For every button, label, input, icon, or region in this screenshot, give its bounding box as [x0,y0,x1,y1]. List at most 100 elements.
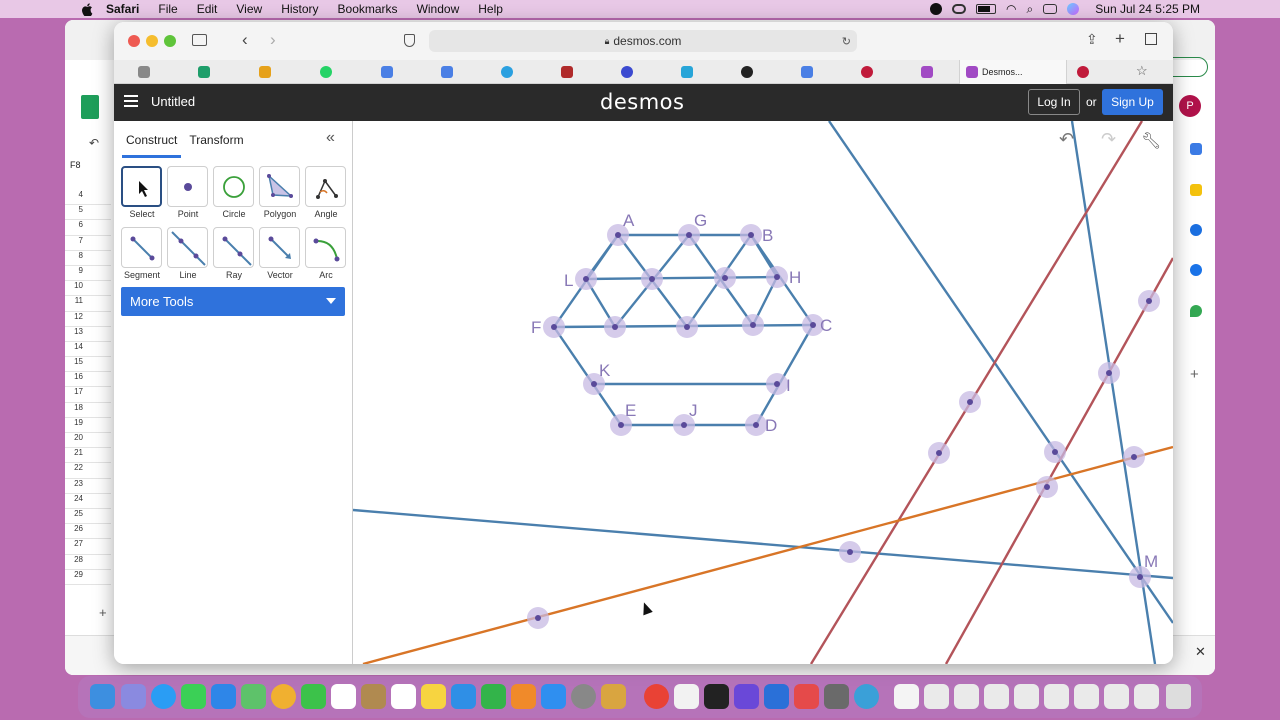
point-label-g[interactable]: G [694,211,707,230]
point-label-m[interactable]: M [1144,552,1158,571]
creative-cloud-icon[interactable] [952,4,967,14]
graph-point[interactable] [551,324,557,330]
graph-point[interactable] [591,381,597,387]
angle-tool-button[interactable] [305,166,346,207]
keynote-icon[interactable] [451,684,476,709]
segment-tool-button[interactable] [121,227,162,268]
tab-construct[interactable]: Construct [122,121,182,158]
tab-favicon-3[interactable] [259,66,271,78]
menu-bookmarks[interactable]: Bookmarks [338,2,398,16]
tab-favicon-2[interactable] [198,66,210,78]
graph-point[interactable] [1106,370,1112,376]
quicktime-icon[interactable] [854,684,879,709]
point-label-f[interactable]: F [531,318,541,337]
hamburger-icon[interactable] [124,95,138,109]
textedit-icon[interactable] [674,684,699,709]
imovie-icon[interactable] [734,684,759,709]
graph-point[interactable] [583,276,589,282]
tab-favicon-14[interactable] [921,66,933,78]
graph-point[interactable] [618,422,624,428]
graph-point[interactable] [810,322,816,328]
notes-icon[interactable] [361,684,386,709]
system-preferences-icon[interactable] [571,684,596,709]
tasks-icon[interactable] [1190,224,1202,236]
safari-icon[interactable] [151,684,176,709]
graph-point[interactable] [1137,574,1143,580]
point-label-e[interactable]: E [625,401,636,420]
graph-point[interactable] [774,274,780,280]
menu-help[interactable]: Help [478,2,503,16]
red-line-1[interactable] [809,121,1144,664]
screenshot-7-icon[interactable] [1104,684,1129,709]
forward-icon[interactable]: › [270,30,276,50]
gimp-icon[interactable] [824,684,849,709]
tab-transform[interactable]: Transform [185,121,247,158]
undo-icon[interactable]: ↶ [89,136,99,150]
login-button[interactable]: Log In [1028,89,1080,115]
calendar-icon[interactable] [1190,143,1202,155]
menu-app-name[interactable]: Safari [106,2,139,16]
trash-icon[interactable] [1166,684,1191,709]
zoom-window-button[interactable] [164,35,176,47]
polygon-tool-button[interactable] [259,166,300,207]
maps-icon[interactable] [1190,305,1202,317]
graph-point[interactable] [936,450,942,456]
menu-file[interactable]: File [158,2,177,16]
tab-favicon-6[interactable] [441,66,453,78]
graph-point[interactable] [1044,484,1050,490]
graph-point[interactable] [750,322,756,328]
graph-point[interactable] [748,232,754,238]
tab-favicon-16[interactable] [1077,66,1089,78]
collapse-panel-icon[interactable]: « [326,129,335,147]
screenshot-8-icon[interactable] [1134,684,1159,709]
undo-icon[interactable]: ↶ [1059,129,1074,150]
record-icon[interactable] [930,3,943,15]
graph-point[interactable] [535,615,541,621]
vector-tool-button[interactable] [259,227,300,268]
point-label-k[interactable]: K [599,361,611,380]
sidebar-toggle-icon[interactable] [192,34,207,46]
point-label-a[interactable]: A [623,211,635,230]
graph-canvas[interactable]: A G B L H F C K I E J D M ↶ ↷ 🔧︎ [353,121,1173,664]
add-addon-icon[interactable]: + [1190,366,1199,383]
point-label-j[interactable]: J [689,401,698,420]
graph-point[interactable] [615,232,621,238]
clock-text[interactable]: Sun Jul 24 5:25 PM [1095,2,1200,16]
numbers-icon[interactable] [481,684,506,709]
facetime-icon[interactable] [301,684,326,709]
point-label-h[interactable]: H [789,268,801,287]
finder-icon[interactable] [90,684,115,709]
privacy-shield-icon[interactable] [404,34,415,47]
close-window-button[interactable] [128,35,140,47]
pages-icon[interactable] [511,684,536,709]
graph-point[interactable] [1146,298,1152,304]
point-label-c[interactable]: C [820,316,832,335]
arc-tool-button[interactable] [305,227,346,268]
menu-history[interactable]: History [281,2,318,16]
apple-icon[interactable] [80,2,94,16]
contacts-icon[interactable] [1190,264,1202,276]
ray-tool-button[interactable] [213,227,254,268]
blue-line-3[interactable] [353,508,1173,580]
graph-point[interactable] [612,324,618,330]
screenshot-5-icon[interactable] [1044,684,1069,709]
launchpad-icon[interactable] [121,684,146,709]
archive-icon[interactable] [601,684,626,709]
screenshot-3-icon[interactable] [984,684,1009,709]
circle-tool-button[interactable] [213,166,254,207]
tab-favicon-8[interactable] [561,66,573,78]
wrench-icon[interactable]: 🔧︎ [1141,131,1161,151]
graph-point[interactable] [684,324,690,330]
point-label-l[interactable]: L [564,271,573,290]
graph-point[interactable] [1052,449,1058,455]
menu-edit[interactable]: Edit [197,2,218,16]
app-store-icon[interactable] [541,684,566,709]
more-tools-button[interactable]: More Tools [121,287,345,316]
profile-avatar[interactable]: P [1179,95,1201,117]
reminders-icon[interactable] [391,684,416,709]
point-tool-button[interactable] [167,166,208,207]
graph-title[interactable]: Untitled [151,94,195,109]
active-tab[interactable]: Desmos... [959,60,1067,84]
point-label-b[interactable]: B [762,226,773,245]
tab-favicon-9[interactable] [621,66,633,78]
